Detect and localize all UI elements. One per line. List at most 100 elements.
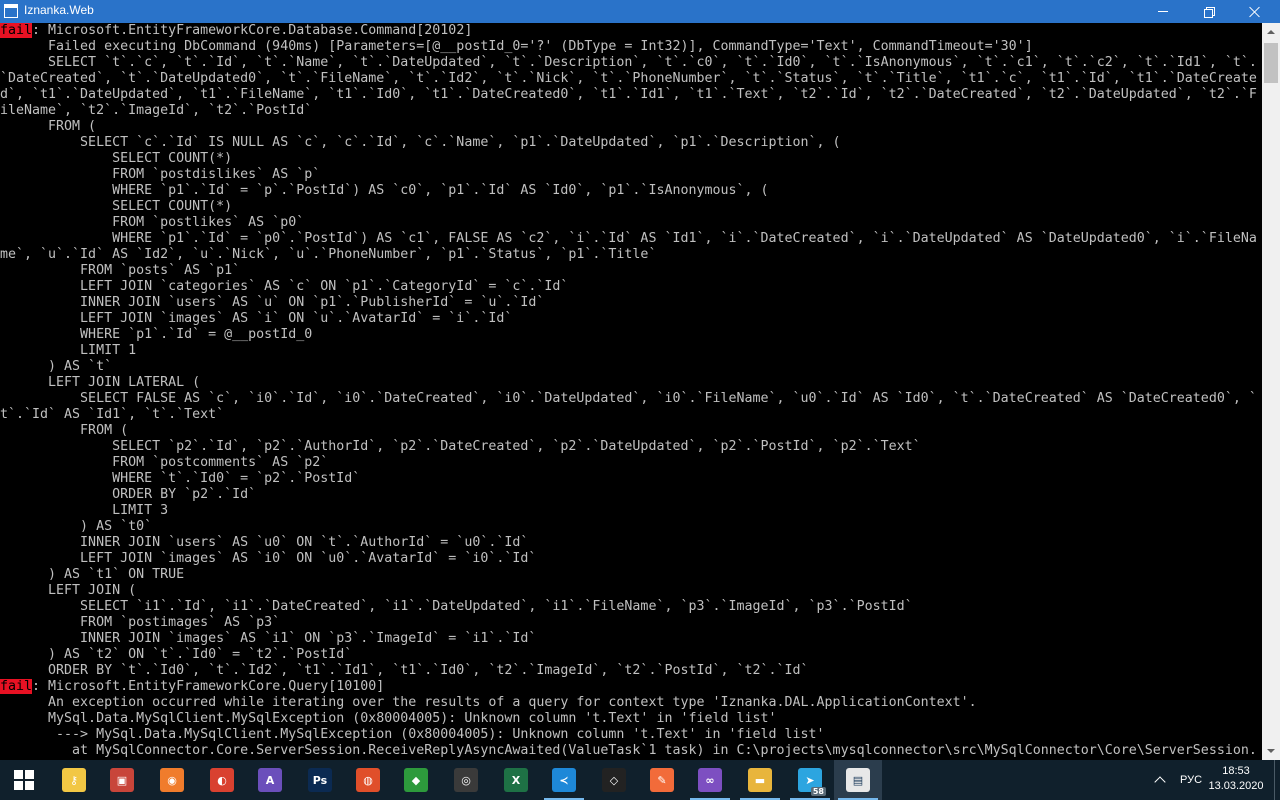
console-line: fail: Microsoft.EntityFrameworkCore.Quer…	[0, 679, 1262, 695]
window-title-bar[interactable]: Iznanka.Web	[0, 0, 1280, 23]
taskbar-app-affinity[interactable]: A	[246, 760, 294, 800]
app-glyph: ◎	[461, 773, 471, 787]
taskbar-app-vscode[interactable]: ≺	[540, 760, 588, 800]
app-glyph: A	[265, 773, 275, 787]
green-diamond-icon: ◆	[404, 768, 428, 792]
console-line: ) AS `t2` ON `t`.`Id0` = `t2`.`PostId`	[0, 647, 1262, 663]
console-line: at MySqlConnector.Core.ServerSession.Rec…	[0, 743, 1262, 759]
postman-icon: ✎	[650, 768, 674, 792]
console-line-text: INNER JOIN `users` AS `u0` ON `t`.`Autho…	[0, 535, 529, 550]
console-line-text: FROM `postlikes` AS `p0`	[0, 215, 305, 230]
console-line-text: at MySqlConnector.Core.ServerSession.Rec…	[0, 743, 1257, 758]
console-line: ) AS `t0`	[0, 519, 1262, 535]
taskbar-app-console[interactable]: ▤	[834, 760, 882, 800]
console-line: LIMIT 1	[0, 343, 1262, 359]
taskbar-app-obs[interactable]: ◎	[442, 760, 490, 800]
minimize-button[interactable]	[1140, 0, 1186, 23]
taskbar-app-excel[interactable]: X	[492, 760, 540, 800]
console-line: FROM `postcomments` AS `p2`	[0, 455, 1262, 471]
console-line-text: : Microsoft.EntityFrameworkCore.Query[10…	[32, 679, 385, 694]
taskbar-app-git[interactable]: ◆	[392, 760, 440, 800]
console-line-text: WHERE `p1`.`Id` = `p`.`PostId`) AS `c0`,…	[0, 183, 769, 198]
taskbar-app-keepass[interactable]: ⚷	[50, 760, 98, 800]
close-button[interactable]	[1232, 0, 1278, 23]
console-line-text: INNER JOIN `users` AS `u` ON `p1`.`Publi…	[0, 295, 545, 310]
console-line: `DateCreated`, `t`.`DateUpdated0`, `t`.`…	[0, 71, 1262, 87]
console-line-text: t`.`Id` AS `Id1`, `t`.`Text`	[0, 407, 225, 422]
vertical-scrollbar[interactable]	[1262, 23, 1280, 760]
console-line-text: LEFT JOIN `categories` AS `c` ON `p1`.`C…	[0, 279, 569, 294]
start-button[interactable]	[0, 760, 48, 800]
console-line: ORDER BY `t`.`Id0`, `t`.`Id2`, `t1`.`Id1…	[0, 663, 1262, 679]
console-line: FROM (	[0, 423, 1262, 439]
app-glyph: ◍	[363, 773, 373, 787]
console-line: WHERE `p1`.`Id` = @__postId_0	[0, 327, 1262, 343]
taskbar-app-postman[interactable]: ✎	[638, 760, 686, 800]
console-line: WHERE `t`.`Id0` = `p2`.`PostId`	[0, 471, 1262, 487]
console-line: SELECT `p2`.`Id`, `p2`.`AuthorId`, `p2`.…	[0, 439, 1262, 455]
taskbar-app-opera-like[interactable]: ◍	[344, 760, 392, 800]
restore-button[interactable]	[1186, 0, 1232, 23]
console-line: LEFT JOIN LATERAL (	[0, 375, 1262, 391]
taskbar-app-visual-studio[interactable]: ∞	[686, 760, 734, 800]
input-language-indicator[interactable]: РУС	[1176, 760, 1206, 800]
console-line: INNER JOIN `users` AS `u0` ON `t`.`Autho…	[0, 535, 1262, 551]
console-line: LEFT JOIN `categories` AS `c` ON `p1`.`C…	[0, 279, 1262, 295]
console-line: SELECT `i1`.`Id`, `i1`.`DateCreated`, `i…	[0, 599, 1262, 615]
console-line: WHERE `p1`.`Id` = `p0`.`PostId`) AS `c1`…	[0, 231, 1262, 247]
taskbar-app-unity[interactable]: ◇	[590, 760, 638, 800]
taskbar-app-remote-desktop[interactable]: ▣	[98, 760, 146, 800]
console-line-text: WHERE `p1`.`Id` = @__postId_0	[0, 327, 313, 342]
app-glyph: ⚷	[69, 773, 79, 787]
scroll-down-button[interactable]	[1262, 742, 1280, 760]
taskbar-app-chrome-like[interactable]: ◐	[198, 760, 246, 800]
unity-icon: ◇	[602, 768, 626, 792]
console-line-text: ---> MySql.Data.MySqlClient.MySqlExcepti…	[0, 727, 825, 742]
console-line-text: WHERE `p1`.`Id` = `p0`.`PostId`) AS `c1`…	[0, 231, 1257, 246]
console-line-text: INNER JOIN `images` AS `i1` ON `p3`.`Ima…	[0, 631, 537, 646]
minimize-icon	[1158, 11, 1168, 12]
console-line: SELECT `t`.`c`, `t`.`Id`, `t`.`Name`, `t…	[0, 55, 1262, 71]
console-line: LEFT JOIN (	[0, 583, 1262, 599]
console-line: me`, `u`.`Id` AS `Id2`, `u`.`Nick`, `u`.…	[0, 247, 1262, 263]
scroll-up-button[interactable]	[1262, 23, 1280, 41]
log-level-badge: fail	[0, 679, 33, 694]
console-line-text: LEFT JOIN `images` AS `i0` ON `u0`.`Avat…	[0, 551, 537, 566]
console-line-text: LIMIT 3	[0, 503, 169, 518]
window-title: Iznanka.Web	[24, 3, 94, 17]
console-line-text: ORDER BY `p2`.`Id`	[0, 487, 257, 502]
console-line-text: MySql.Data.MySqlClient.MySqlException (0…	[0, 711, 777, 726]
close-icon	[1249, 6, 1261, 18]
restore-icon	[1204, 6, 1215, 18]
console-line-text: ) AS `t`	[0, 359, 113, 374]
show-desktop-button[interactable]	[1274, 760, 1280, 800]
taskbar-app-photoshop[interactable]: Ps	[296, 760, 344, 800]
console-line-text: SELECT `c`.`Id` IS NULL AS `c`, `c`.`Id`…	[0, 135, 841, 150]
console-line: t`.`Id` AS `Id1`, `t`.`Text`	[0, 407, 1262, 423]
console-output[interactable]: fail: Microsoft.EntityFrameworkCore.Data…	[0, 23, 1262, 760]
console-line: ORDER BY `p2`.`Id`	[0, 487, 1262, 503]
console-line: SELECT COUNT(*)	[0, 199, 1262, 215]
console-line: LEFT JOIN `images` AS `i` ON `u`.`Avatar…	[0, 311, 1262, 327]
arrow-down-icon	[1267, 749, 1275, 753]
console-line-text: FROM `postdislikes` AS `p`	[0, 167, 321, 182]
triangle-a-icon: A	[258, 768, 282, 792]
console-line-text: FROM `postcomments` AS `p2`	[0, 455, 329, 470]
console-line-text: FROM `posts` AS `p1`	[0, 263, 241, 278]
unread-badge: 58	[810, 787, 826, 796]
console-line: fail: Microsoft.EntityFrameworkCore.Data…	[0, 23, 1262, 39]
console-line: LEFT JOIN `images` AS `i0` ON `u0`.`Avat…	[0, 551, 1262, 567]
console-line: FROM `postlikes` AS `p0`	[0, 215, 1262, 231]
taskbar-app-file-explorer[interactable]: ▬	[736, 760, 784, 800]
taskbar-app-telegram[interactable]: ➤ 58	[786, 760, 834, 800]
show-hidden-icons-button[interactable]	[1152, 772, 1168, 788]
taskbar-clock[interactable]: 18:53 13.03.2020	[1208, 764, 1264, 794]
app-glyph: ◆	[411, 773, 421, 787]
console-line: ileName`, `t2`.`ImageId`, `t2`.`PostId`	[0, 103, 1262, 119]
taskbar-app-orange-tool[interactable]: ◉	[148, 760, 196, 800]
telegram-icon: ➤ 58	[798, 768, 826, 796]
console-line-text: ) AS `t1` ON TRUE	[0, 567, 185, 582]
scroll-thumb[interactable]	[1264, 43, 1278, 83]
console-line: INNER JOIN `users` AS `u` ON `p1`.`Publi…	[0, 295, 1262, 311]
clock-time: 18:53	[1222, 765, 1250, 777]
